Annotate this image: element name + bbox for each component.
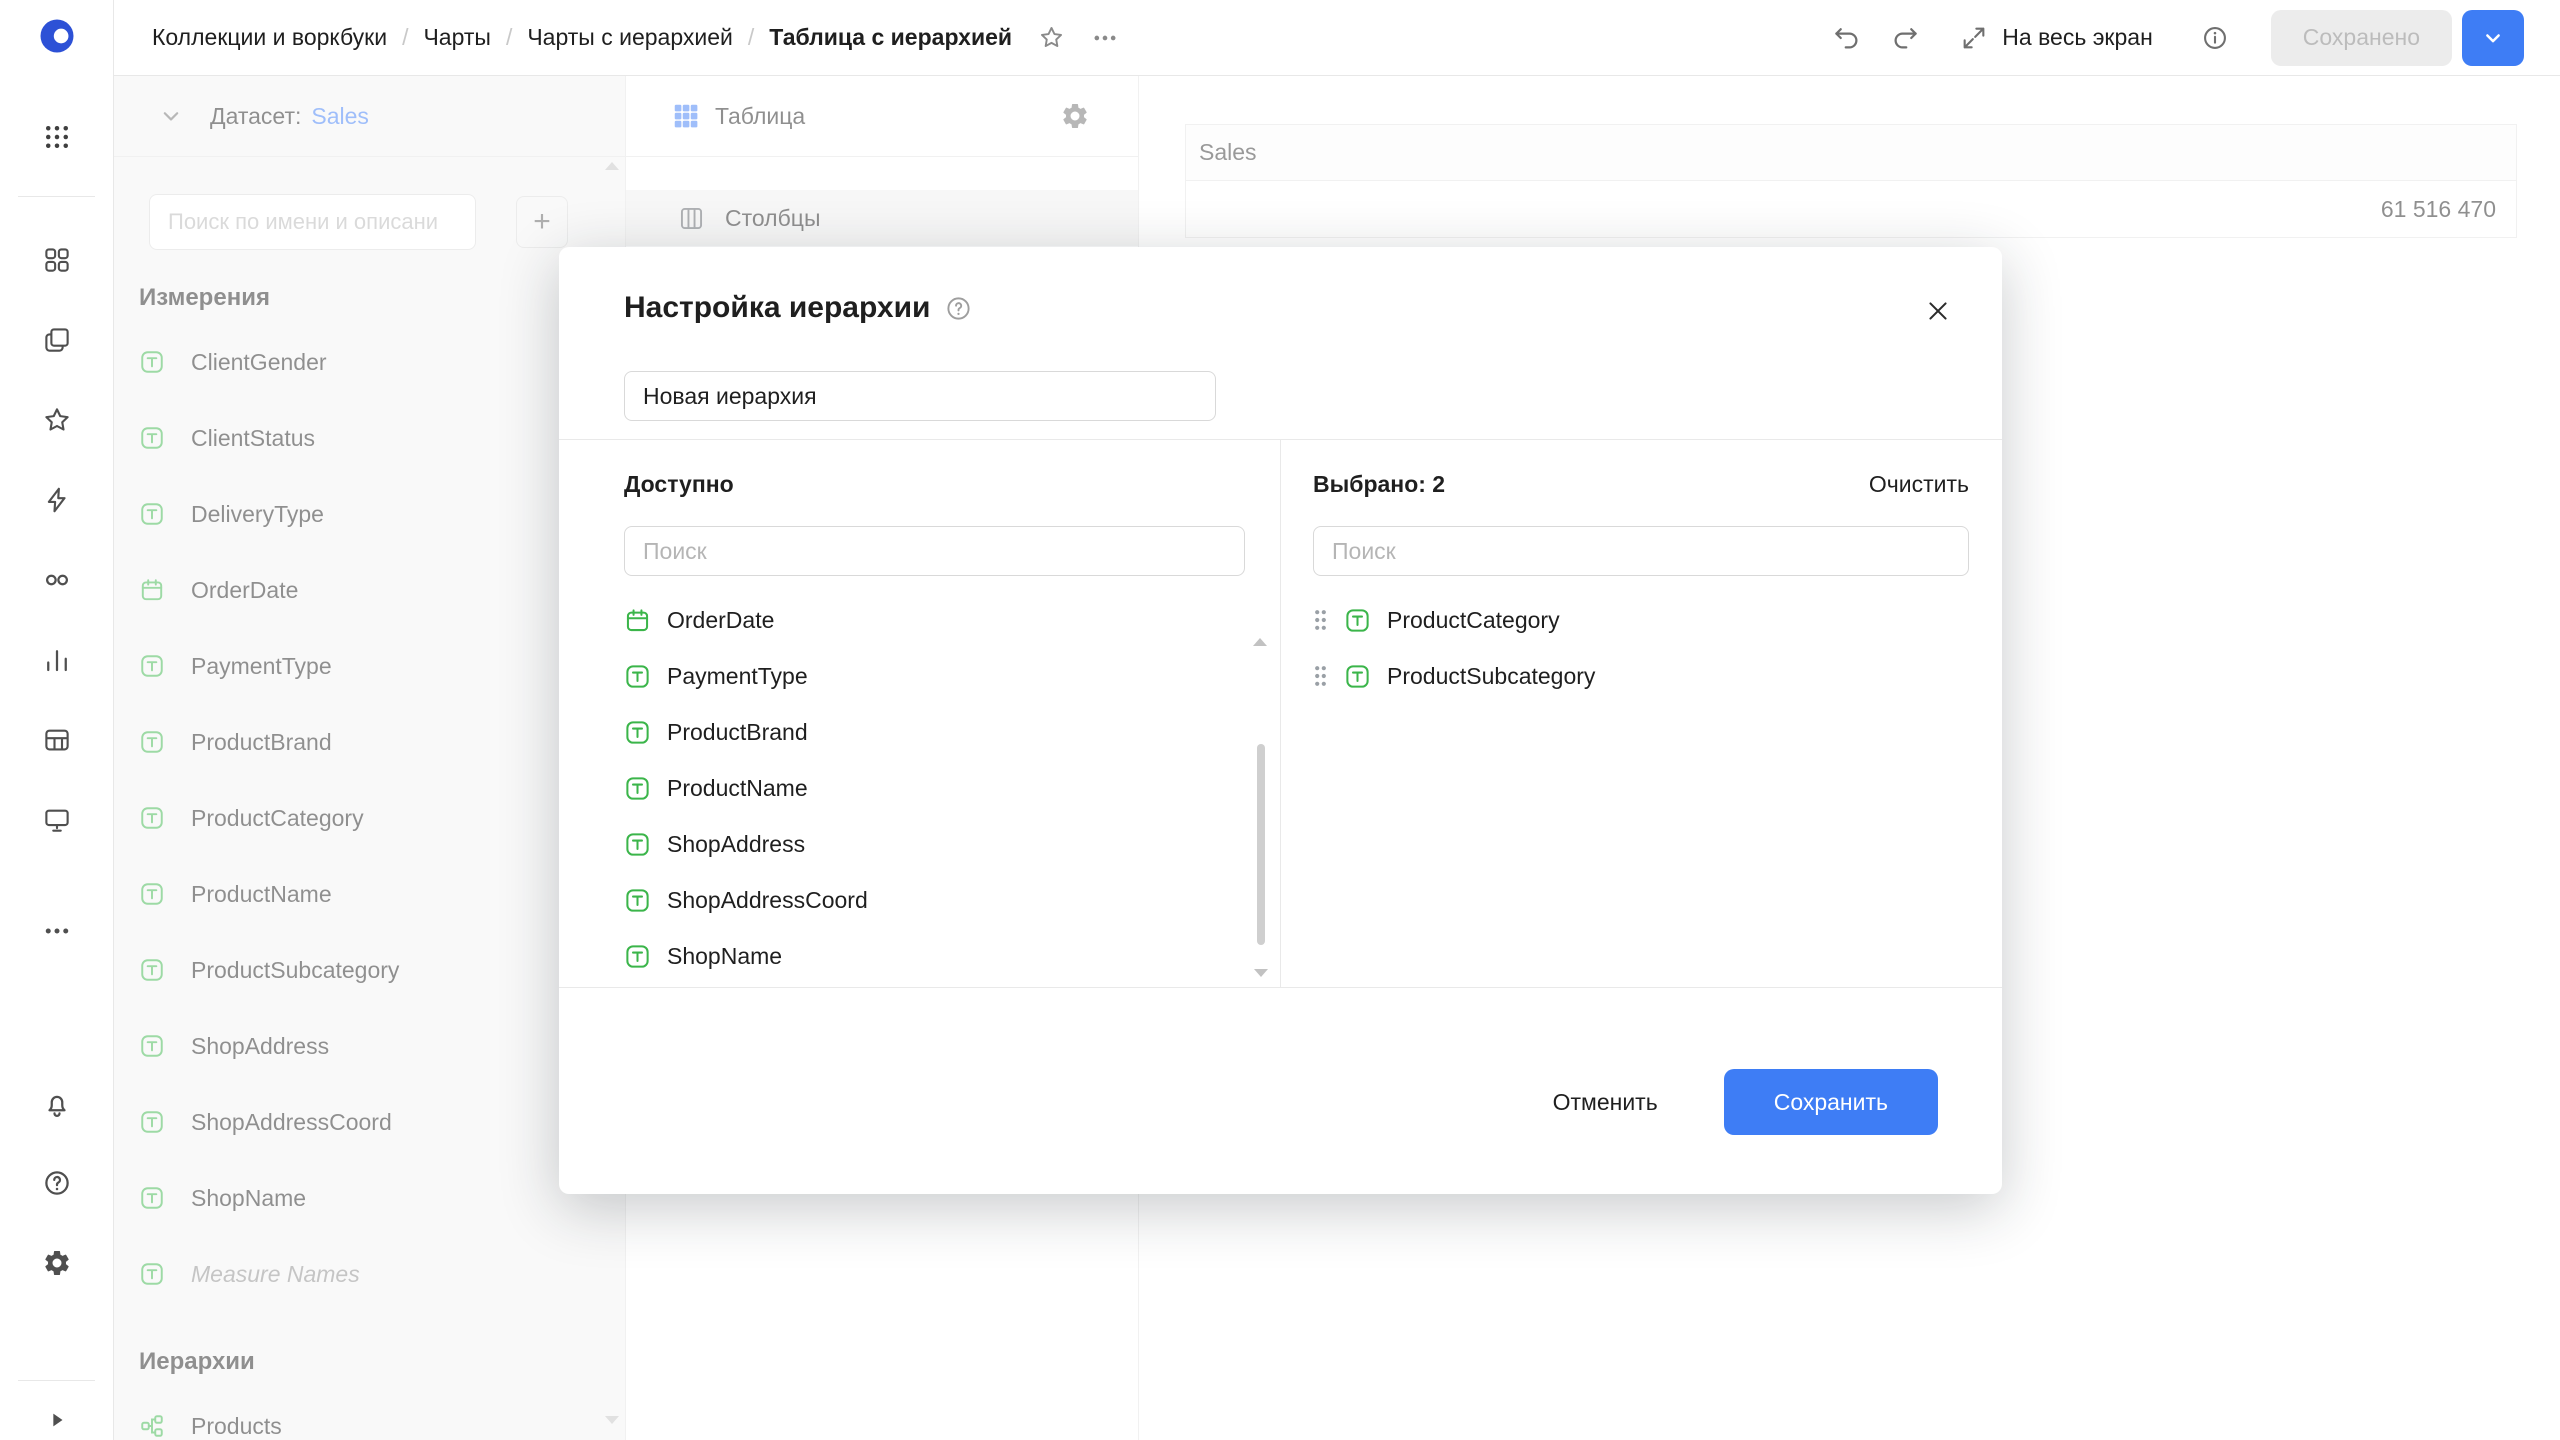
available-field-item[interactable]: OrderDate <box>624 592 1245 648</box>
chevron-down-icon <box>2483 28 2503 48</box>
help-circle-icon[interactable] <box>945 295 972 322</box>
available-field-item[interactable]: ShopAddressCoord <box>624 872 1245 928</box>
fullscreen-icon[interactable] <box>1960 24 1988 52</box>
field-type-icon <box>624 607 651 634</box>
field-type-icon <box>624 831 651 858</box>
selected-header: Выбрано: 2 <box>1313 464 1445 504</box>
available-field-item[interactable]: ProductName <box>624 760 1245 816</box>
breadcrumb-group: Чарты / <box>423 24 527 51</box>
collapse-rail-icon[interactable] <box>35 1398 79 1440</box>
available-field-item[interactable]: ShopName <box>624 928 1245 984</box>
left-rail <box>0 0 114 1440</box>
field-type-icon <box>624 887 651 914</box>
hierarchy-name-input[interactable] <box>624 371 1216 421</box>
field-name: ProductName <box>667 775 808 802</box>
selected-search-input[interactable] <box>1313 526 1969 576</box>
all-services-icon[interactable] <box>35 115 79 159</box>
nav-charts-icon[interactable] <box>35 638 79 682</box>
breadcrumb-separator: / <box>748 24 754 51</box>
available-field-item[interactable]: ProductBrand <box>624 704 1245 760</box>
datalens-logo-icon[interactable] <box>35 14 79 58</box>
dialog-columns: Доступно OrderDate PaymentType <box>559 439 2002 988</box>
selected-field-item[interactable]: ProductSubcategory <box>1313 648 1969 704</box>
available-field-item[interactable]: ShopAddress <box>624 816 1245 872</box>
dialog-title: Настройка иерархии <box>624 291 931 325</box>
available-column: Доступно OrderDate PaymentType <box>559 440 1281 987</box>
drag-handle-icon[interactable] <box>1313 608 1328 632</box>
cancel-button[interactable]: Отменить <box>1531 1070 1680 1134</box>
fullscreen-label[interactable]: На весь экран <box>2002 24 2153 51</box>
nav-monitoring-icon[interactable] <box>35 558 79 602</box>
help-icon[interactable] <box>35 1161 79 1205</box>
nav-collections-icon[interactable] <box>35 318 79 362</box>
saved-button[interactable]: Сохранено <box>2271 10 2452 66</box>
available-field-item[interactable]: PaymentType <box>624 648 1245 704</box>
nav-more-icon[interactable] <box>35 909 79 953</box>
hierarchy-settings-dialog: Настройка иерархии Доступно OrderDate <box>559 247 2002 1194</box>
notifications-icon[interactable] <box>35 1082 79 1126</box>
field-name: ProductSubcategory <box>1387 663 1595 690</box>
field-type-icon <box>624 775 651 802</box>
nav-editor-icon[interactable] <box>35 478 79 522</box>
dialog-footer: Отменить Сохранить <box>559 988 2002 1194</box>
rail-divider <box>18 196 95 197</box>
settings-icon[interactable] <box>35 1241 79 1285</box>
nav-dashboards-icon[interactable] <box>35 798 79 842</box>
close-icon[interactable] <box>1920 293 1956 329</box>
breadcrumb-item[interactable]: Чарты <box>423 24 490 51</box>
selected-column: Выбрано: 2 Очистить ProductCategory <box>1281 440 2002 987</box>
breadcrumb: Коллекции и воркбуки / Чарты / Чарты с и… <box>152 24 1012 51</box>
available-list: OrderDate PaymentType ProductBrand <box>624 592 1245 984</box>
breadcrumb-item[interactable]: Коллекции и воркбуки <box>152 24 387 51</box>
selected-list: ProductCategory ProductSubcategory <box>1313 592 1969 704</box>
available-header: Доступно <box>624 464 1245 504</box>
field-type-icon <box>1344 607 1371 634</box>
field-type-icon <box>624 663 651 690</box>
scrollbar-thumb[interactable] <box>1257 744 1265 945</box>
available-search-input[interactable] <box>624 526 1245 576</box>
field-type-icon <box>624 719 651 746</box>
favorite-star-icon[interactable] <box>1038 24 1065 51</box>
nav-favorites-icon[interactable] <box>35 398 79 442</box>
field-name: ProductCategory <box>1387 607 1560 634</box>
undo-icon[interactable] <box>1832 23 1862 53</box>
nav-datasets-icon[interactable] <box>35 718 79 762</box>
scroll-down-arrow[interactable] <box>1254 969 1268 977</box>
available-list-scrollbar[interactable] <box>1253 612 1269 977</box>
field-name: ShopName <box>667 943 782 970</box>
selected-field-item[interactable]: ProductCategory <box>1313 592 1969 648</box>
selected-header-row: Выбрано: 2 Очистить <box>1313 464 1969 504</box>
rail-divider <box>18 1380 95 1381</box>
clear-button[interactable]: Очистить <box>1869 471 1969 498</box>
drag-handle-icon[interactable] <box>1313 664 1328 688</box>
breadcrumb-separator: / <box>506 24 512 51</box>
scroll-up-arrow[interactable] <box>1253 612 1267 646</box>
breadcrumb-separator: / <box>402 24 408 51</box>
dialog-title-row: Настройка иерархии <box>624 291 972 325</box>
field-type-icon <box>624 943 651 970</box>
nav-workbooks-icon[interactable] <box>35 238 79 282</box>
field-name: OrderDate <box>667 607 774 634</box>
field-name: ProductBrand <box>667 719 808 746</box>
field-name: PaymentType <box>667 663 808 690</box>
breadcrumb-item[interactable]: Чарты с иерархией <box>527 24 733 51</box>
top-bar: Коллекции и воркбуки / Чарты / Чарты с и… <box>114 0 2560 76</box>
field-type-icon <box>1344 663 1371 690</box>
more-menu-icon[interactable] <box>1091 24 1119 52</box>
field-name: ShopAddressCoord <box>667 887 868 914</box>
info-icon[interactable] <box>2201 24 2229 52</box>
save-menu-button[interactable] <box>2462 10 2524 66</box>
breadcrumb-item[interactable]: Таблица с иерархией <box>769 24 1012 51</box>
redo-icon[interactable] <box>1890 23 1920 53</box>
topbar-actions: На весь экран Сохранено <box>1832 10 2524 66</box>
field-name: ShopAddress <box>667 831 805 858</box>
breadcrumb-group: Коллекции и воркбуки / <box>152 24 423 51</box>
breadcrumb-group: Чарты с иерархией / <box>527 24 769 51</box>
save-button[interactable]: Сохранить <box>1724 1069 1938 1135</box>
breadcrumb-group: Таблица с иерархией / <box>769 24 1012 51</box>
